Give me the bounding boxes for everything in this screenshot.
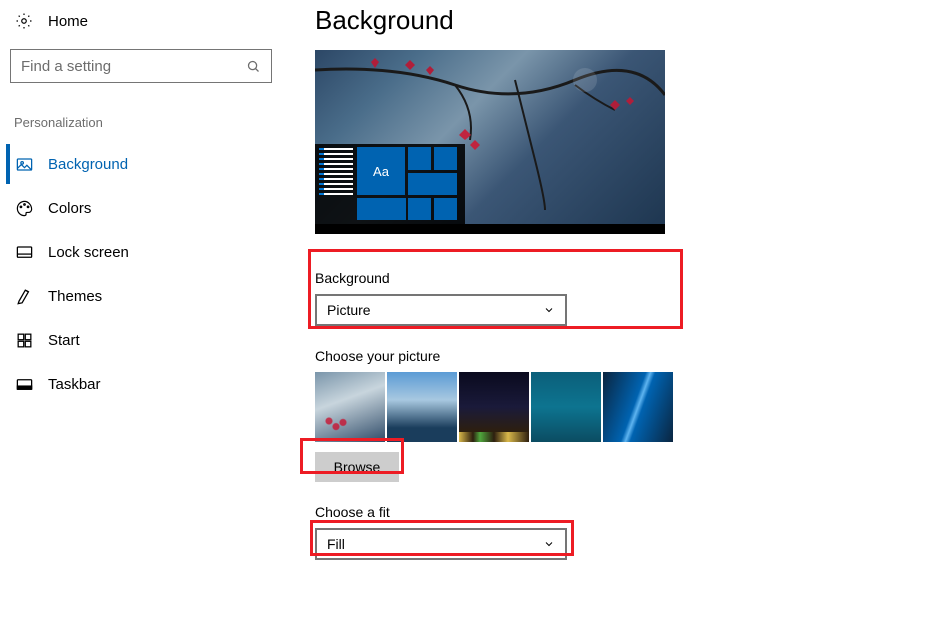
nav-list: Background Colors Lock screen	[10, 144, 275, 404]
start-icon	[14, 330, 34, 350]
page-title: Background	[315, 5, 895, 36]
search-input[interactable]	[21, 58, 246, 75]
preview-accent-tile: Aa	[357, 147, 405, 195]
home-link[interactable]: Home	[10, 5, 275, 37]
annotation-highlight	[300, 438, 404, 474]
category-label: Personalization	[10, 115, 275, 130]
preview-taskbar	[315, 224, 665, 234]
picture-icon	[14, 154, 34, 174]
taskbar-icon	[14, 374, 34, 394]
annotation-highlight	[308, 249, 683, 329]
choose-picture-label: Choose your picture	[315, 348, 895, 364]
picture-thumbnail[interactable]	[603, 372, 673, 442]
picture-thumbnails	[315, 372, 895, 442]
settings-sidebar: Home Personalization Background	[10, 5, 275, 408]
picture-thumbnail[interactable]	[459, 372, 529, 442]
sidebar-item-start[interactable]: Start	[10, 320, 275, 360]
sidebar-item-label: Taskbar	[48, 376, 101, 393]
sidebar-item-label: Lock screen	[48, 244, 129, 261]
sidebar-item-lock-screen[interactable]: Lock screen	[10, 232, 275, 272]
search-input-container[interactable]	[10, 49, 272, 83]
lock-screen-icon	[14, 242, 34, 262]
sidebar-item-label: Start	[48, 332, 80, 349]
sidebar-item-themes[interactable]: Themes	[10, 276, 275, 316]
picture-thumbnail[interactable]	[531, 372, 601, 442]
preview-start-menu: Aa	[315, 144, 465, 224]
gear-icon	[14, 11, 34, 31]
themes-icon	[14, 286, 34, 306]
search-icon	[246, 59, 261, 74]
picture-thumbnail[interactable]	[387, 372, 457, 442]
desktop-preview: Aa	[315, 50, 665, 234]
sidebar-item-taskbar[interactable]: Taskbar	[10, 364, 275, 404]
home-label: Home	[48, 13, 88, 30]
sidebar-item-colors[interactable]: Colors	[10, 188, 275, 228]
sidebar-item-label: Background	[48, 156, 128, 173]
sidebar-item-label: Colors	[48, 200, 91, 217]
palette-icon	[14, 198, 34, 218]
sidebar-item-label: Themes	[48, 288, 102, 305]
choose-fit-label: Choose a fit	[315, 504, 895, 520]
sidebar-item-background[interactable]: Background	[6, 144, 275, 184]
picture-thumbnail[interactable]	[315, 372, 385, 442]
annotation-highlight	[310, 520, 574, 556]
